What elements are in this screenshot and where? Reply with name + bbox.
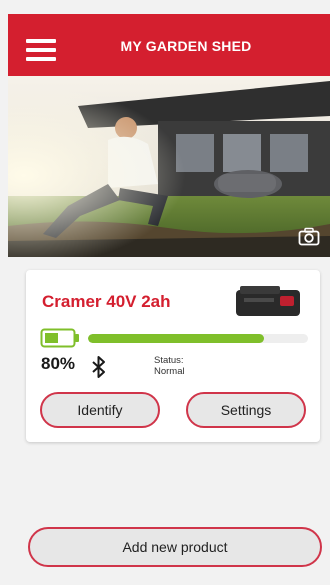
add-new-product-button[interactable]: Add new product	[28, 527, 322, 567]
identify-button[interactable]: Identify	[40, 392, 160, 428]
camera-icon[interactable]	[298, 227, 320, 247]
battery-progress-fill	[88, 334, 264, 343]
battery-level-icon	[40, 328, 80, 348]
device-name: Cramer 40V 2ah	[42, 292, 171, 311]
battery-product-image	[234, 282, 304, 320]
hero-photo-illustration	[8, 76, 330, 257]
battery-progress-bar	[88, 334, 308, 343]
hero-photo	[8, 76, 330, 257]
battery-percentage: 80%	[41, 354, 76, 373]
hamburger-menu-icon[interactable]	[26, 39, 56, 61]
status-label: Status:	[154, 355, 184, 366]
top-app-bar: MY GARDEN SHED	[8, 14, 330, 76]
bluetooth-icon	[90, 355, 108, 379]
app-title: MY GARDEN SHED	[120, 38, 252, 54]
status-value: Normal	[154, 366, 185, 377]
device-card[interactable]: Cramer 40V 2ah 80% Status: Normal Identi…	[26, 270, 320, 442]
settings-button[interactable]: Settings	[186, 392, 306, 428]
